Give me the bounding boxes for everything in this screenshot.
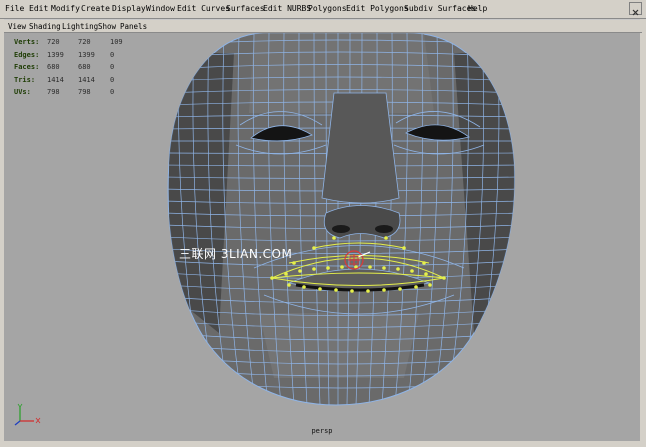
panel-menu-shading[interactable]: Shading: [29, 22, 61, 31]
menu-edit-nurbs[interactable]: Edit NURBS: [263, 4, 311, 14]
hud-row-verts: Verts: 720 720 109: [14, 36, 144, 49]
hud-value: 720: [47, 38, 60, 46]
menu-edit[interactable]: Edit: [29, 4, 48, 14]
hud-value: 1414: [47, 75, 64, 84]
hud-label: UVs:: [14, 88, 31, 96]
hud-row-edges: Edges: 1399 1399 0: [14, 49, 144, 62]
hud-label: Faces:: [14, 63, 40, 71]
hud-value: 0: [110, 50, 115, 59]
menu-edit-curves[interactable]: Edit Curves: [177, 4, 230, 14]
panel-menu-view[interactable]: View: [8, 22, 26, 31]
menu-create[interactable]: Create: [81, 4, 110, 14]
hud-value: 109: [110, 38, 123, 46]
hud-value: 798: [47, 88, 60, 96]
panel-menu-show[interactable]: Show: [98, 22, 116, 31]
hud-value: 680: [47, 63, 60, 71]
hud-row-tris: Tris: 1414 1414 0: [14, 74, 144, 87]
hud-label: Verts:: [14, 38, 40, 46]
hud-value: 0: [110, 88, 115, 96]
hud-value: 1399: [47, 50, 64, 59]
hud-value: 0: [110, 63, 115, 71]
axis-indicator-icon: [14, 403, 41, 426]
hud-value: 680: [78, 63, 91, 71]
hud-row-faces: Faces: 680 680 0: [14, 61, 144, 74]
camera-label: persp: [311, 427, 333, 435]
hud-value: 720: [78, 38, 91, 46]
hud-value: 0: [110, 75, 115, 84]
left-nostril: [332, 225, 350, 233]
menu-file[interactable]: File: [5, 4, 24, 14]
poly-count-hud: Verts: 720 720 109 Edges: 1399 1399 0 Fa…: [14, 36, 144, 99]
close-glyph-icon: [632, 9, 639, 16]
chin-highlight: [259, 313, 419, 378]
hud-label: Tris:: [14, 75, 36, 84]
menu-polygons[interactable]: Polygons: [308, 4, 347, 14]
hud-label: Edges:: [14, 50, 40, 59]
menu-help[interactable]: Help: [468, 4, 487, 14]
right-nostril: [375, 225, 393, 233]
perspective-viewport[interactable]: Verts: 720 720 109 Edges: 1399 1399 0 Fa…: [4, 33, 640, 441]
nose-tip: [323, 205, 401, 239]
hud-value: 1399: [78, 50, 95, 59]
menu-surfaces[interactable]: Surfaces: [226, 4, 265, 14]
main-menu-bar: File Edit Modify Create Display Window E…: [0, 0, 646, 19]
panel-menu-panels[interactable]: Panels: [120, 22, 147, 31]
menu-display[interactable]: Display: [112, 4, 146, 14]
menu-subdiv-surfaces[interactable]: Subdiv Surfaces: [404, 4, 476, 14]
window-close-icon[interactable]: [629, 2, 642, 16]
panel-menu-bar: View Shading Lighting Show Panels: [4, 20, 642, 33]
watermark-text: 三联网 3LIAN.COM: [179, 247, 293, 261]
frame-bottom: [0, 441, 646, 447]
hud-value: 1414: [78, 75, 95, 84]
panel-menu-lighting[interactable]: Lighting: [62, 22, 98, 31]
menu-window[interactable]: Window: [146, 4, 175, 14]
hud-value: 798: [78, 88, 91, 96]
hud-row-uvs: UVs: 798 798 0: [14, 86, 144, 99]
menu-edit-polygons[interactable]: Edit Polygons: [346, 4, 409, 14]
nose-bridge: [321, 92, 400, 204]
menu-modify[interactable]: Modify: [51, 4, 80, 14]
frame-right: [640, 19, 646, 447]
